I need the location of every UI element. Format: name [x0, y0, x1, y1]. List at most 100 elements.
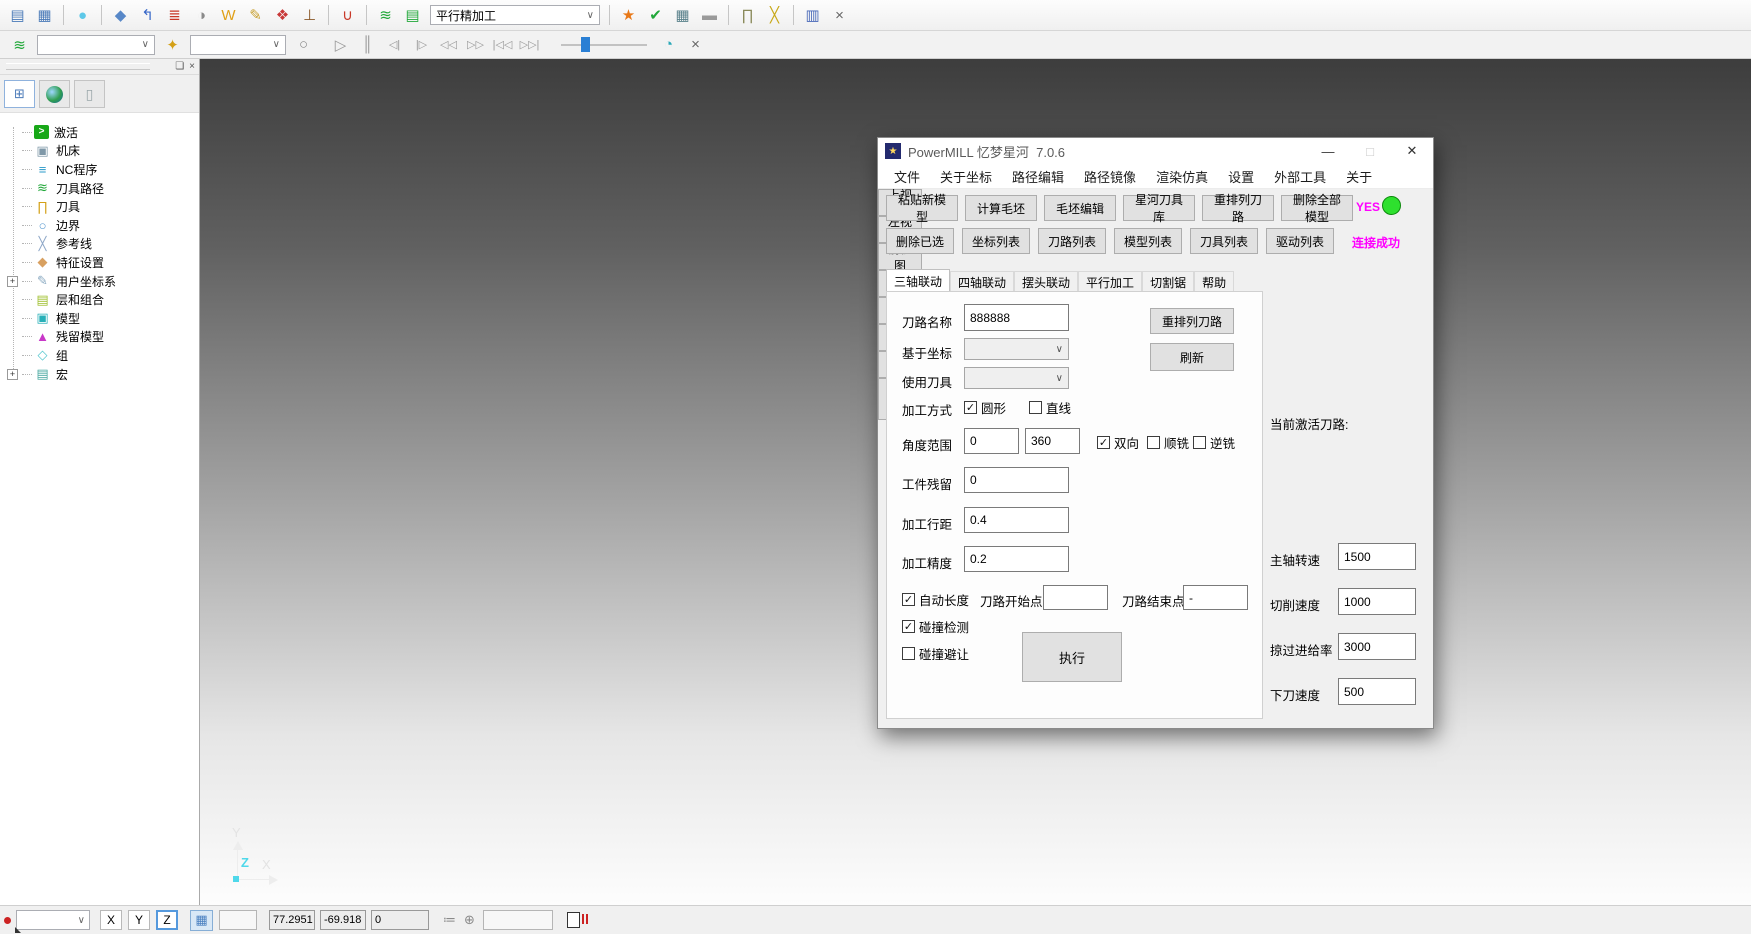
- end-point-input[interactable]: -: [1183, 585, 1248, 610]
- menu-item-关于[interactable]: 关于: [1336, 167, 1382, 186]
- feed-input-掠过进给率[interactable]: 3000: [1338, 633, 1416, 660]
- ball-tool-icon[interactable]: ◑: [189, 3, 214, 27]
- barrels-icon[interactable]: ▥: [800, 3, 825, 27]
- tree-item-group[interactable]: ◇组: [0, 346, 199, 365]
- tool-icon[interactable]: ✦: [160, 33, 185, 57]
- go-start-icon[interactable]: |◁◁: [490, 33, 515, 57]
- angle-to-input[interactable]: 360: [1025, 428, 1080, 454]
- explorer-tab-recycle[interactable]: ▯: [74, 80, 105, 108]
- collision-avoid-checkbox[interactable]: 碰撞避让: [902, 644, 969, 663]
- calculator-icon[interactable]: ▦: [670, 3, 695, 27]
- panel-grip[interactable]: [6, 63, 150, 70]
- tab-摆头联动[interactable]: 摆头联动: [1014, 271, 1078, 292]
- dialog-button-毛坯编辑[interactable]: 毛坯编辑: [1044, 195, 1116, 221]
- start-point-input[interactable]: [1043, 585, 1108, 610]
- tree-item-stock-model[interactable]: ▲残留模型: [0, 328, 199, 347]
- tree-item-nc-program[interactable]: ≡NC程序: [0, 160, 199, 179]
- mode-circle-checkbox[interactable]: ✓ 圆形: [964, 398, 1006, 417]
- coord-dropdown[interactable]: ∨: [964, 338, 1069, 360]
- probe-icon[interactable]: ⊕: [464, 912, 475, 928]
- tree-item-feature-set[interactable]: ◆特征设置: [0, 253, 199, 272]
- tree-item-pattern[interactable]: ╳参考线: [0, 235, 199, 254]
- transform-icon[interactable]: ╳: [762, 3, 787, 27]
- pause-icon[interactable]: ║: [355, 33, 380, 57]
- clock-icon[interactable]: ◔: [656, 33, 681, 57]
- tool-star-icon[interactable]: ★: [616, 3, 641, 27]
- coord-y-value[interactable]: -69.918: [320, 910, 366, 930]
- tab-帮助[interactable]: 帮助: [1194, 271, 1234, 292]
- execute-button[interactable]: 执行: [1022, 632, 1122, 682]
- tool-dropdown[interactable]: ∨: [190, 35, 286, 55]
- menu-item-文件[interactable]: 文件: [884, 167, 930, 186]
- menu-item-路径镜像[interactable]: 路径镜像: [1074, 167, 1146, 186]
- maximize-button[interactable]: □: [1349, 138, 1391, 164]
- menu-item-设置[interactable]: 设置: [1218, 167, 1264, 186]
- coord-z-value[interactable]: 0: [371, 910, 429, 930]
- dialog-button-刀具列表[interactable]: 刀具列表: [1190, 228, 1258, 254]
- climb-checkbox[interactable]: 顺铣: [1147, 433, 1189, 452]
- tree-item-boundary[interactable]: ○边界: [0, 216, 199, 235]
- step-forward-icon[interactable]: |▷: [409, 33, 434, 57]
- explorer-tab-tree[interactable]: ⊞: [4, 80, 35, 108]
- open-icon[interactable]: ▤: [5, 3, 30, 27]
- toolpath-edit-icon[interactable]: ✎: [243, 3, 268, 27]
- lightbulb-icon[interactable]: ○: [291, 33, 316, 57]
- menu-item-外部工具[interactable]: 外部工具: [1264, 167, 1336, 186]
- tab-四轴联动[interactable]: 四轴联动: [950, 271, 1014, 292]
- coord-x-value[interactable]: 77.2951: [269, 910, 315, 930]
- tree-item-workplane[interactable]: +✎用户坐标系: [0, 272, 199, 291]
- dialog-button-计算毛坯[interactable]: 计算毛坯: [965, 195, 1037, 221]
- strategy-dropdown[interactable]: 平行精加工∨: [430, 5, 600, 25]
- angle-from-input[interactable]: 0: [964, 428, 1019, 454]
- tool-check-icon[interactable]: ✔: [643, 3, 668, 27]
- points-icon[interactable]: ❖: [270, 3, 295, 27]
- tree-item-levels[interactable]: ▤层和组合: [0, 290, 199, 309]
- tree-item-machine[interactable]: ▣机床: [0, 142, 199, 161]
- tolerance-input[interactable]: 0.2: [964, 546, 1069, 572]
- toolpath-list-icon[interactable]: ▤: [400, 3, 425, 27]
- auto-length-checkbox[interactable]: ✓ 自动长度: [902, 590, 969, 609]
- tool-dropdown[interactable]: ∨: [964, 367, 1069, 389]
- tree-item-macro[interactable]: +▤宏: [0, 365, 199, 384]
- close-toolbar-icon[interactable]: ×: [683, 33, 708, 57]
- dialog-button-坐标列表[interactable]: 坐标列表: [962, 228, 1030, 254]
- slider-handle[interactable]: [581, 37, 590, 52]
- tree-expander[interactable]: +: [7, 276, 18, 287]
- step-back-icon[interactable]: ◁|: [382, 33, 407, 57]
- rearrange-toolpath-button[interactable]: 重排列刀路: [1150, 308, 1234, 334]
- speed-slider[interactable]: [561, 36, 647, 54]
- shaded-ball-icon[interactable]: ●: [70, 3, 95, 27]
- tree-item-activate[interactable]: >激活: [0, 123, 199, 142]
- play-icon[interactable]: ▷: [328, 33, 353, 57]
- dialog-button-模型列表[interactable]: 模型列表: [1114, 228, 1182, 254]
- conventional-checkbox[interactable]: 逆铣: [1193, 433, 1235, 452]
- tree-expander[interactable]: +: [7, 369, 18, 380]
- block-icon[interactable]: ◆: [108, 3, 133, 27]
- menu-item-路径编辑[interactable]: 路径编辑: [1002, 167, 1074, 186]
- dialog-button-刀路列表[interactable]: 刀路列表: [1038, 228, 1106, 254]
- ruler-icon[interactable]: ▬: [697, 3, 722, 27]
- menu-item-渲染仿真[interactable]: 渲染仿真: [1146, 167, 1218, 186]
- toolpath-spring-icon[interactable]: ≋: [7, 33, 32, 57]
- toolpath-spring-icon[interactable]: ≋: [373, 3, 398, 27]
- dialog-button-粘贴新模型[interactable]: 粘贴新模型: [886, 195, 958, 221]
- close-toolbar-icon[interactable]: ×: [827, 3, 852, 27]
- dialog-titlebar[interactable]: ★ PowerMILL 忆梦星河 7.0.6 — □ ✕: [878, 138, 1433, 164]
- feed-input-切削速度[interactable]: 1000: [1338, 588, 1416, 615]
- stepover-input[interactable]: 0.4: [964, 507, 1069, 533]
- tree-item-model[interactable]: ▣模型: [0, 309, 199, 328]
- leads-links-icon[interactable]: W: [216, 3, 241, 27]
- dialog-button-删除全部模型[interactable]: 删除全部模型: [1281, 195, 1353, 221]
- tree-item-toolpath[interactable]: ≋刀具路径: [0, 179, 199, 198]
- grid-size-input[interactable]: [219, 910, 257, 930]
- fast-forward-icon[interactable]: ▷▷: [463, 33, 488, 57]
- refresh-button[interactable]: 刷新: [1150, 343, 1234, 371]
- tab-平行加工[interactable]: 平行加工: [1078, 271, 1142, 292]
- tree-item-tools[interactable]: ∏刀具: [0, 197, 199, 216]
- rapid-move-icon[interactable]: ↰: [135, 3, 160, 27]
- go-end-icon[interactable]: ▷▷|: [517, 33, 542, 57]
- dialog-button-删除已选[interactable]: 删除已选: [886, 228, 954, 254]
- axis-z-button[interactable]: Z: [156, 910, 178, 930]
- toolpath-dropdown[interactable]: ∨: [37, 35, 155, 55]
- rewind-icon[interactable]: ◁◁: [436, 33, 461, 57]
